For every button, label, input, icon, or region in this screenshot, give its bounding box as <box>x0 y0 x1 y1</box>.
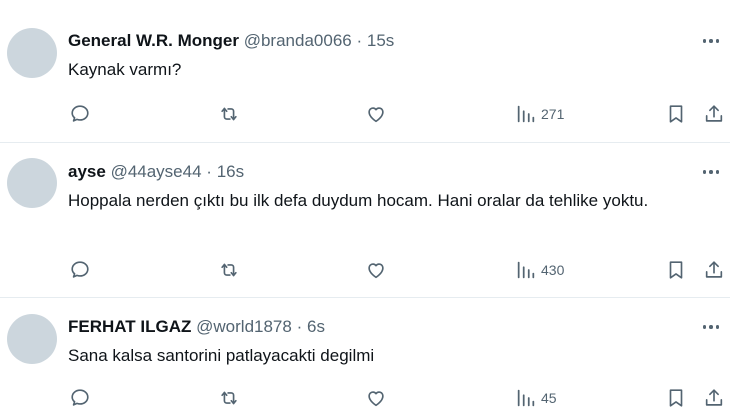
tweet[interactable]: ayse @44ayse44 · 16s Hoppala nerden çıkt… <box>0 142 730 297</box>
views-button[interactable]: 430 <box>515 258 564 282</box>
reply-button[interactable] <box>69 258 91 282</box>
view-count: 430 <box>541 262 565 278</box>
separator: · <box>206 162 212 181</box>
avatar[interactable] <box>7 158 57 208</box>
separator: · <box>296 317 303 336</box>
share-icon <box>705 105 723 122</box>
views-icon <box>517 105 535 123</box>
retweet-icon <box>221 107 237 121</box>
tweet-header: ayse @44ayse44 · 16s <box>68 161 720 183</box>
separator: · <box>356 31 363 50</box>
heart-icon <box>368 391 384 407</box>
user-handle[interactable]: @world1878 <box>196 317 292 336</box>
tweet[interactable]: General W.R. Monger @branda0066 · 15s Ka… <box>0 0 730 142</box>
views-button[interactable]: 271 <box>515 102 564 126</box>
heart-icon <box>368 107 384 123</box>
tweet-text: Hoppala nerden çıktı bu ilk defa duydum … <box>68 191 649 210</box>
retweet-button[interactable] <box>218 258 240 282</box>
timestamp[interactable]: 15s <box>367 31 394 50</box>
heart-icon <box>368 263 384 279</box>
action-bar: 430 <box>0 258 730 282</box>
retweet-button[interactable] <box>218 102 240 126</box>
tweet-content: General W.R. Monger @branda0066 · 15s Ka… <box>68 30 720 83</box>
reply-icon <box>71 389 89 406</box>
like-button[interactable] <box>365 258 387 282</box>
bookmark-button[interactable] <box>665 386 687 410</box>
share-button[interactable] <box>703 102 725 126</box>
share-button[interactable] <box>703 386 725 410</box>
views-button[interactable]: 45 <box>515 386 557 410</box>
reply-button[interactable] <box>69 386 91 410</box>
tweet-text: Sana kalsa santorini patlayacakti degilm… <box>68 346 375 365</box>
action-bar: 45 <box>0 386 730 410</box>
bookmark-button[interactable] <box>665 102 687 126</box>
view-count: 45 <box>541 390 557 406</box>
tweet-header: General W.R. Monger @branda0066 · 15s <box>68 30 720 52</box>
views-icon <box>517 261 535 279</box>
display-name[interactable]: ayse <box>68 162 106 181</box>
share-button[interactable] <box>703 258 725 282</box>
user-handle[interactable]: @44ayse44 <box>111 162 202 181</box>
reply-icon <box>71 105 89 122</box>
share-icon <box>705 389 723 406</box>
tweet-header: FERHAT ILGAZ @world1878 · 6s <box>68 316 720 338</box>
retweet-button[interactable] <box>218 386 240 410</box>
like-button[interactable] <box>365 102 387 126</box>
action-bar: 271 <box>0 102 730 126</box>
timestamp[interactable]: 6s <box>307 317 325 336</box>
reply-icon <box>71 261 89 278</box>
like-button[interactable] <box>365 386 387 410</box>
bookmark-icon <box>669 105 683 123</box>
tweet-content: FERHAT ILGAZ @world1878 · 6s Sana kalsa … <box>68 316 720 369</box>
bookmark-button[interactable] <box>665 258 687 282</box>
bookmark-icon <box>669 261 683 279</box>
view-count: 271 <box>541 106 565 122</box>
display-name[interactable]: General W.R. Monger <box>68 31 239 50</box>
retweet-icon <box>221 391 237 405</box>
user-handle[interactable]: @branda0066 <box>244 31 352 50</box>
retweet-icon <box>221 263 237 277</box>
bookmark-icon <box>669 389 683 407</box>
tweet-text: Kaynak varmı? <box>68 60 182 79</box>
tweet-content: ayse @44ayse44 · 16s Hoppala nerden çıkt… <box>68 161 720 214</box>
avatar[interactable] <box>7 314 57 364</box>
avatar[interactable] <box>7 28 57 78</box>
reply-button[interactable] <box>69 102 91 126</box>
views-icon <box>517 389 535 407</box>
tweet[interactable]: FERHAT ILGAZ @world1878 · 6s Sana kalsa … <box>0 297 730 420</box>
display-name[interactable]: FERHAT ILGAZ <box>68 317 191 336</box>
share-icon <box>705 261 723 278</box>
timestamp[interactable]: 16s <box>217 162 244 181</box>
